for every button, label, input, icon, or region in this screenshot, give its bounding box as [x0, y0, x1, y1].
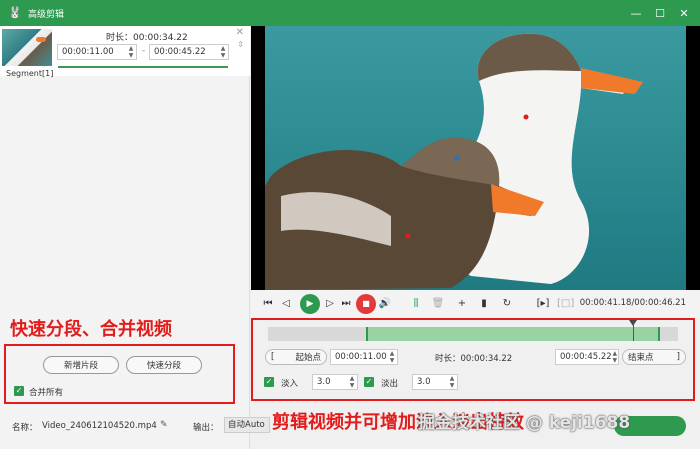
- trim-selection[interactable]: [365, 327, 660, 341]
- fade-out-input[interactable]: 3.0 ▲ ▼: [412, 374, 458, 390]
- player-controls: ⏮ ◁ ▶ ▷ ⏭ ■ 🔊 ⫼ 🗑 + ▮ ↻ [▸] [□] 00:00:41…: [251, 290, 700, 318]
- play-button[interactable]: ▶: [300, 294, 320, 314]
- fade-in-label: 淡入: [281, 379, 299, 389]
- copy-icon[interactable]: ▮: [477, 296, 491, 312]
- reset-icon[interactable]: ↻: [500, 296, 514, 312]
- window-title: 高级剪辑: [28, 9, 65, 20]
- trim-end-input[interactable]: 00:00:45.22 ▲ ▼: [555, 349, 619, 365]
- skip-start-icon[interactable]: ⏮: [261, 296, 275, 312]
- new-segment-button[interactable]: 新增片段: [43, 356, 119, 374]
- bracket-icon: [: [271, 352, 275, 362]
- stepper-icon[interactable]: ▲ ▼: [347, 375, 357, 389]
- maximize-icon[interactable]: ☐: [648, 0, 672, 26]
- file-name: Video_240612104520.mp4: [42, 421, 157, 431]
- watermark: 掘金技术社区 @ keji1688: [418, 413, 631, 433]
- crop-out-icon[interactable]: [□]: [557, 296, 574, 312]
- segment-end-input[interactable]: 00:00:45.22 ▲ ▼: [149, 44, 229, 60]
- fade-in-input[interactable]: 3.0 ▲ ▼: [312, 374, 358, 390]
- name-label: 名称：: [12, 423, 38, 433]
- merge-all-checkbox[interactable]: ✓: [14, 386, 24, 396]
- segment-label: Segment[1]: [6, 69, 54, 78]
- video-preview[interactable]: [251, 26, 700, 290]
- volume-icon[interactable]: 🔊: [378, 296, 392, 312]
- window-controls: — ☐ ✕: [624, 0, 696, 26]
- video-frame: [265, 26, 686, 290]
- output-select[interactable]: 自动Auto: [224, 417, 270, 433]
- move-handle-icon[interactable]: ⇕: [237, 40, 244, 49]
- output-label: 输出：: [193, 423, 219, 433]
- frame-forward-icon[interactable]: ▷: [323, 296, 337, 312]
- set-end-point-button[interactable]: 结束点 ]: [622, 349, 686, 365]
- skip-end-icon[interactable]: ⏭: [339, 296, 353, 312]
- trim-timeline[interactable]: [268, 320, 678, 341]
- merge-all-label: 合并所有: [29, 388, 64, 398]
- frame-back-icon[interactable]: ◁: [279, 296, 293, 312]
- stepper-icon[interactable]: ▲ ▼: [126, 45, 136, 59]
- stepper-icon[interactable]: ▲ ▼: [612, 350, 618, 364]
- stepper-icon[interactable]: ▲ ▼: [387, 350, 397, 364]
- segment-start-input[interactable]: 00:00:11.00 ▲ ▼: [57, 44, 137, 60]
- fast-split-button[interactable]: 快速分段: [126, 356, 202, 374]
- edit-icon[interactable]: ✎: [160, 420, 168, 430]
- rabbit-icon: 🐰: [8, 6, 22, 19]
- stepper-icon[interactable]: ▲ ▼: [447, 375, 457, 389]
- fade-out-checkbox[interactable]: ✓: [364, 377, 374, 387]
- add-icon[interactable]: +: [455, 296, 469, 312]
- fade-out-label: 淡出: [381, 379, 399, 389]
- stop-button[interactable]: ■: [356, 294, 376, 314]
- crop-in-icon[interactable]: [▸]: [535, 296, 551, 312]
- playhead-line: [633, 321, 635, 341]
- range-separator: -: [142, 46, 146, 56]
- trim-duration: 时长：00:00:34.22: [435, 354, 513, 364]
- minimize-icon[interactable]: —: [624, 0, 648, 26]
- trim-start-input[interactable]: 00:00:11.00 ▲ ▼: [330, 349, 398, 365]
- stepper-icon[interactable]: ▲ ▼: [218, 45, 228, 59]
- timecode: 00:00:41.18/00:00:46.21: [579, 298, 686, 308]
- bracket-icon: ]: [676, 352, 680, 362]
- close-icon[interactable]: ✕: [672, 0, 696, 26]
- segment-thumbnail: [2, 29, 52, 66]
- segment-duration: 时长：00:00:34.22: [106, 33, 188, 43]
- fade-in-checkbox[interactable]: ✓: [264, 377, 274, 387]
- split-icon[interactable]: ⫼: [409, 296, 423, 312]
- set-start-point-button[interactable]: [ 起始点: [265, 349, 327, 365]
- close-icon[interactable]: ✕: [236, 27, 244, 38]
- annotation-left: 快速分段、合并视频: [10, 319, 172, 340]
- delete-icon[interactable]: 🗑: [431, 296, 445, 312]
- segment-progress-bar: [58, 66, 228, 68]
- title-bar: 🐰 高级剪辑 — ☐ ✕: [0, 0, 700, 26]
